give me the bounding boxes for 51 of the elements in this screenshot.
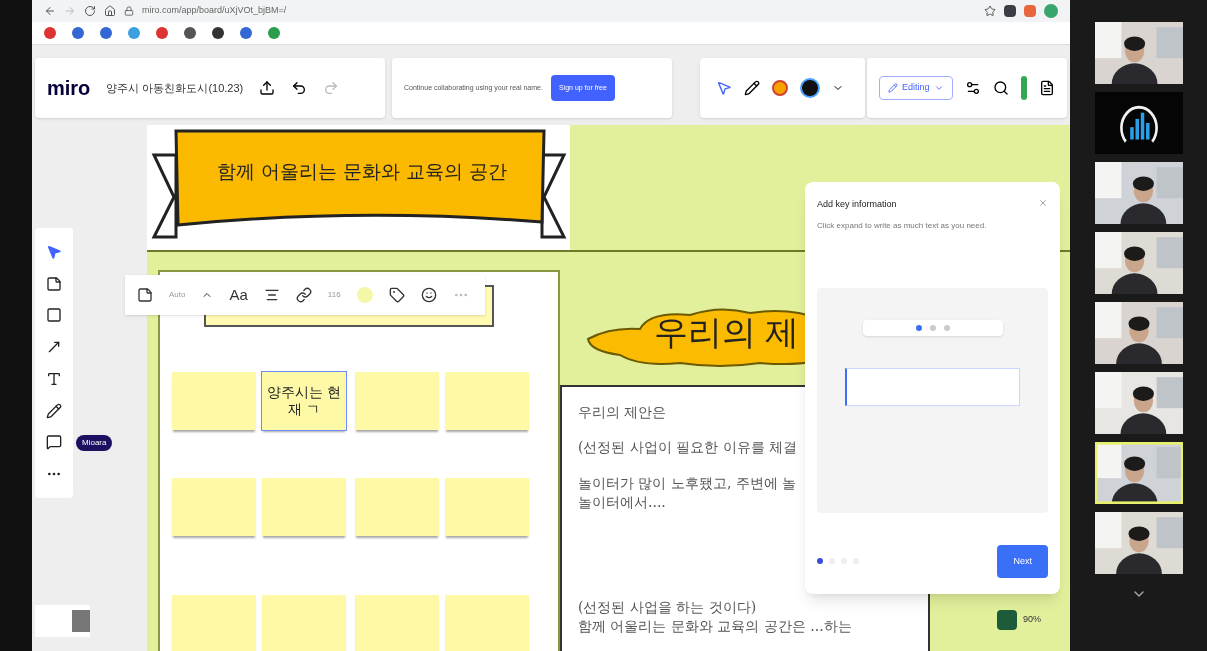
undo-icon[interactable] — [291, 80, 308, 96]
size-label[interactable]: 116 — [327, 289, 341, 301]
align-icon[interactable] — [263, 287, 280, 303]
emoji-icon[interactable] — [420, 287, 437, 303]
pen-icon[interactable] — [46, 402, 62, 419]
proposal-paragraph: (선정된 사업이 필요한 이유를 체결 — [578, 438, 799, 458]
pencil-icon[interactable] — [744, 80, 760, 96]
pointer-icon[interactable] — [46, 243, 62, 260]
proposal-paragraph: 놀이터가 많이 노후됐고, 주변에 놀 놀이터에서.... — [578, 473, 798, 512]
settings-icon[interactable] — [964, 80, 981, 96]
avatar-icon[interactable] — [800, 78, 820, 98]
dialog-subtitle: Click expand to write as much text as you need. — [817, 219, 988, 232]
cursor-label: Mioara — [76, 435, 113, 451]
home-icon[interactable] — [104, 5, 116, 17]
shape-icon[interactable] — [46, 307, 62, 324]
bookmark-icon[interactable] — [212, 27, 224, 39]
font-size-select[interactable]: Auto — [169, 289, 186, 301]
sticky-note[interactable]: 양주시는 현재 ㄱ — [262, 372, 346, 430]
dialog-title: Add key information — [817, 198, 897, 211]
pencil-icon — [888, 83, 898, 93]
comment-icon[interactable] — [46, 434, 62, 451]
caret-icon — [933, 83, 944, 93]
lock-icon — [124, 6, 134, 16]
tag-icon[interactable] — [388, 287, 405, 303]
board-name[interactable]: 양주시 아동친화도시(10.23) — [106, 79, 244, 97]
url-text[interactable]: miro.com/app/board/uXjVOt_bjBM=/ — [142, 4, 287, 18]
cloud-title: 우리의 제 — [654, 312, 800, 353]
sticky-note-icon[interactable] — [46, 275, 62, 292]
next-button[interactable]: Next — [997, 544, 1048, 578]
reload-icon[interactable] — [84, 5, 96, 17]
link-icon[interactable] — [295, 287, 312, 303]
text-icon[interactable] — [46, 370, 62, 387]
zoom-level[interactable]: 90% — [1023, 613, 1041, 627]
star-icon[interactable] — [984, 5, 996, 17]
minimap[interactable] — [35, 605, 90, 637]
upload-icon[interactable] — [259, 80, 276, 96]
bookmark-icon[interactable] — [184, 27, 196, 39]
banner-title: 함께 어울리는 문화와 교육의 공간 — [215, 159, 509, 184]
editing-mode-button[interactable]: Editing — [879, 76, 953, 100]
text-style-button[interactable]: Aa — [229, 283, 248, 307]
proposal-paragraph: (선정된 사업을 하는 것이다) 함께 어울리는 문화와 교육의 공간은 ...하는 — [578, 598, 853, 637]
profile-icon[interactable] — [1044, 4, 1058, 18]
pointer-icon[interactable] — [716, 80, 732, 96]
miro-logo[interactable]: miro — [47, 73, 91, 103]
sticky-note-icon[interactable] — [137, 287, 153, 303]
extension-icon[interactable] — [1004, 5, 1016, 17]
search-icon[interactable] — [992, 80, 1009, 96]
color-swatch[interactable] — [356, 287, 373, 303]
notes-icon[interactable] — [1038, 80, 1055, 96]
back-icon[interactable] — [44, 5, 56, 17]
proposal-paragraph: 우리의 제안은 — [578, 403, 668, 422]
